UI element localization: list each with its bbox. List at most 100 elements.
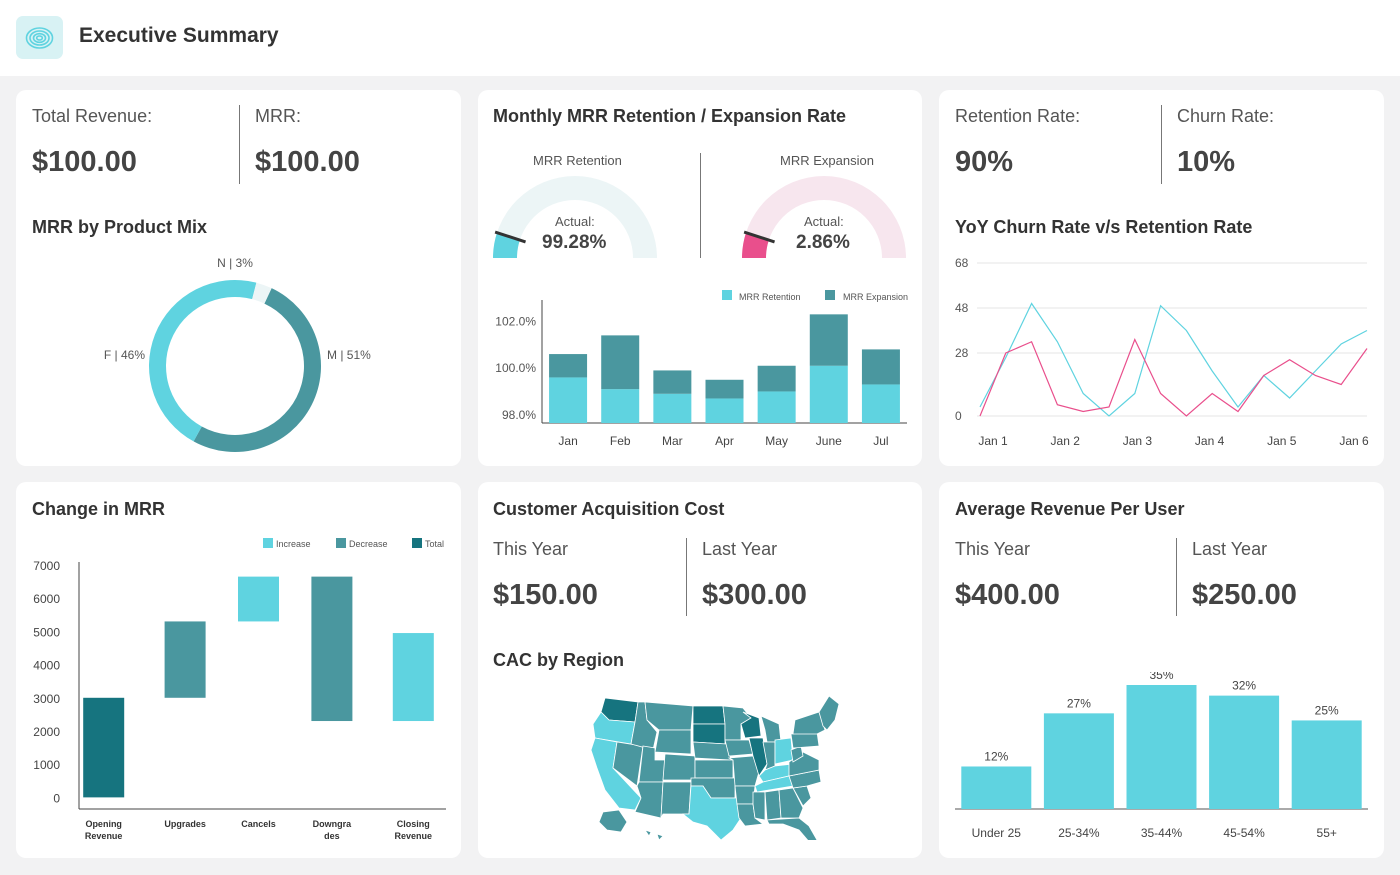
state-nm: [660, 781, 692, 819]
retention-rate-label: Retention Rate:: [955, 106, 1081, 126]
arpu-last-year-label: Last Year: [1192, 539, 1268, 559]
x-tick-label: Jan 4: [1195, 434, 1225, 448]
line-series: [979, 302, 1368, 417]
x-tick-label: 55+: [1317, 826, 1337, 840]
arpu-bar: [1043, 713, 1114, 809]
state-nd: [692, 705, 726, 725]
churn-card: Retention Rate: 90% Churn Rate: 10% YoY …: [939, 90, 1384, 466]
yoy-title: YoY Churn Rate v/s Retention Rate: [955, 217, 1253, 237]
y-tick-label: 6000: [33, 592, 60, 606]
state-ks: [694, 759, 734, 779]
revenue-card: Total Revenue: $100.00 MRR: $100.00 MRR …: [16, 90, 461, 466]
state-ak: [598, 809, 628, 833]
x-tick-label: May: [765, 434, 788, 448]
bar-retention: [601, 389, 640, 423]
x-tick-label: June: [816, 434, 842, 448]
cac-region-title: CAC by Region: [493, 650, 625, 670]
total-revenue-value: $100.00: [32, 146, 137, 178]
x-tick-label: Jan: [558, 434, 577, 448]
state-pa: [790, 731, 820, 749]
legend-label-decrease: Decrease: [349, 539, 388, 549]
bar-retention: [549, 377, 588, 423]
y-tick-label: 7000: [33, 559, 60, 573]
gauge-expansion-value: 2.86%: [796, 232, 850, 253]
legend-swatch-decrease: [336, 538, 346, 548]
x-tick-label: Jan 3: [1123, 434, 1153, 448]
legend-swatch-expansion: [825, 290, 835, 300]
yoy-churn-line-chart: 0 28 48 68 Jan 1 Jan 2 Jan 3 Jan 4 Jan 5 Jan 6: [955, 256, 1369, 448]
waterfall-bar: [238, 576, 279, 622]
x-tick-label: Jan 2: [1051, 434, 1081, 448]
arpu-bar: [1126, 685, 1197, 809]
legend-swatch-total: [412, 538, 422, 548]
y-tick-label: 2000: [33, 725, 60, 739]
x-tick-label: Revenue: [395, 831, 433, 841]
y-tick-label: 0: [53, 791, 60, 805]
x-tick-label: Apr: [715, 434, 734, 448]
legend-label-expansion: MRR Expansion: [843, 292, 908, 302]
arpu-card: Average Revenue Per User This Year $400.…: [939, 482, 1384, 858]
bar-expansion: [549, 354, 588, 378]
retention-expansion-card: Monthly MRR Retention / Expansion Rate M…: [478, 90, 922, 466]
legend-label-total: Total: [425, 539, 444, 549]
y-tick-label: 3000: [33, 692, 60, 706]
state-ms: [752, 791, 766, 821]
churn-rate-label: Churn Rate:: [1177, 106, 1275, 126]
cac-last-year-value: $300.00: [702, 579, 807, 611]
state-ia: [724, 739, 754, 757]
bar-expansion: [653, 370, 692, 394]
data-label: 12%: [984, 749, 1008, 763]
bar-retention: [757, 391, 796, 423]
data-label: 32%: [1232, 679, 1256, 693]
waterfall-bar: [311, 576, 353, 722]
bar-expansion: [705, 379, 744, 399]
state-fl: [766, 817, 818, 840]
spiral-logo-icon: [25, 27, 54, 49]
bar-expansion: [757, 365, 796, 392]
x-tick-label: Opening: [85, 819, 122, 829]
x-tick-label: Jul: [873, 434, 888, 448]
x-tick-label: Under 25: [972, 826, 1022, 840]
gauge-expansion-label: MRR Expansion: [780, 153, 874, 168]
y-tick-label: 100.0%: [495, 361, 536, 375]
donut-label: N | 3%: [217, 256, 253, 270]
waterfall-bar: [164, 621, 206, 698]
total-revenue-label: Total Revenue:: [32, 106, 153, 126]
arpu-bar: [1291, 720, 1362, 809]
y-tick-label: 68: [955, 256, 969, 270]
bar-expansion: [809, 314, 848, 366]
bar-retention: [705, 398, 744, 423]
x-tick-label: des: [324, 831, 340, 841]
y-tick-label: 102.0%: [495, 314, 536, 328]
mrr-label: MRR:: [255, 106, 301, 126]
legend-swatch-increase: [263, 538, 273, 548]
kpi-divider: [1176, 538, 1177, 616]
cac-this-year-value: $150.00: [493, 579, 598, 611]
x-tick-label: Upgrades: [164, 819, 206, 829]
churn-rate-value: 10%: [1177, 146, 1236, 178]
kpi-divider: [239, 105, 240, 184]
y-tick-label: 0: [955, 409, 962, 423]
legend-label-retention: MRR Retention: [739, 292, 801, 302]
kpi-divider: [686, 538, 687, 616]
x-tick-label: 25-34%: [1058, 826, 1100, 840]
gauge-expansion-actual-label: Actual:: [804, 214, 844, 229]
state-ar: [734, 785, 756, 805]
cac-last-year-label: Last Year: [702, 539, 778, 559]
x-tick-label: Feb: [610, 434, 631, 448]
cac-this-year-label: This Year: [493, 539, 569, 559]
product-mix-donut-chart: M | 51% F | 46% N | 3%: [104, 256, 371, 452]
cac-region-map[interactable]: [583, 690, 848, 840]
cac-title: Customer Acquisition Cost: [493, 499, 725, 519]
donut-label: M | 51%: [327, 348, 371, 362]
retention-expansion-bar-chart: MRR Retention MRR Expansion 102.0% 100.0% 98…: [495, 290, 908, 448]
app-logo[interactable]: [16, 16, 63, 59]
gauge-retention-label: MRR Retention: [533, 153, 622, 168]
arpu-this-year-label: This Year: [955, 539, 1031, 559]
x-tick-label: 45-54%: [1223, 826, 1265, 840]
y-tick-label: 4000: [33, 659, 60, 673]
change-mrr-waterfall-chart: Increase Decrease Total 0 1000 2000 3000 4000 50…: [33, 538, 446, 841]
arpu-title: Average Revenue Per User: [955, 499, 1185, 519]
y-tick-label: 48: [955, 301, 969, 315]
waterfall-bar: [83, 697, 125, 798]
